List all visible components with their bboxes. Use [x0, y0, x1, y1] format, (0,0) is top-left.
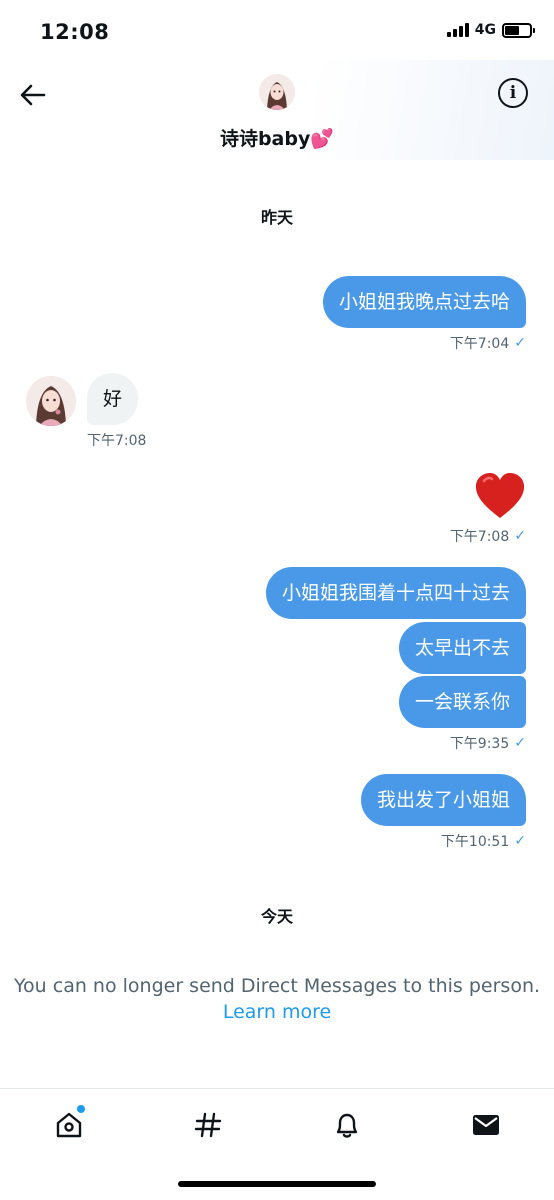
day-separator-yesterday: 昨天: [260, 208, 293, 227]
avatar-illustration: [26, 376, 76, 426]
message-meta: 下午7:04 ✓: [450, 333, 526, 353]
outgoing-message-bubble[interactable]: 小姐姐我围着十点四十过去: [265, 567, 526, 619]
outgoing-message-bubble[interactable]: 一会联系你: [398, 676, 526, 728]
dm-restricted-notice: You can no longer send Direct Messages t…: [13, 975, 541, 997]
message-meta: 下午9:35 ✓: [450, 733, 526, 753]
envelope-icon: [473, 1115, 499, 1135]
status-time: 12:08: [40, 20, 110, 44]
learn-more-link[interactable]: Learn more: [0, 1001, 554, 1023]
sender-avatar[interactable]: [26, 376, 76, 426]
incoming-message-bubble[interactable]: 好: [87, 373, 139, 425]
outgoing-message-bubble[interactable]: 我出发了小姐姐: [360, 774, 526, 826]
conversation-info-icon[interactable]: i: [498, 78, 528, 108]
network-type: 4G: [474, 22, 496, 38]
notification-dot: [77, 1105, 85, 1113]
avatar-illustration: [259, 74, 295, 110]
hashtag-icon: [194, 1112, 222, 1138]
back-arrow-icon: [20, 84, 46, 106]
battery-icon: [502, 22, 535, 38]
read-check-icon: ✓: [514, 833, 526, 849]
conversation-header: 诗诗baby💕 i: [0, 60, 554, 160]
tab-home[interactable]: [49, 1105, 89, 1145]
message-timestamp: 下午7:08: [87, 433, 147, 449]
day-separator-today: 今天: [260, 907, 293, 926]
outgoing-message-bubble[interactable]: 小姐姐我晚点过去哈: [322, 276, 526, 328]
tab-explore[interactable]: [188, 1105, 228, 1145]
read-check-icon: ✓: [514, 735, 526, 751]
bell-icon: [336, 1113, 358, 1138]
back-button[interactable]: [16, 78, 50, 112]
cellular-signal-icon: [446, 23, 469, 37]
status-indicators: 4G: [446, 22, 535, 38]
outgoing-message-bubble[interactable]: 太早出不去: [398, 622, 526, 674]
read-check-icon: ✓: [514, 528, 526, 544]
home-icon: [56, 1112, 82, 1138]
message-timestamp: 下午7:04: [449, 336, 510, 352]
tab-notifications[interactable]: [327, 1105, 367, 1145]
contact-avatar[interactable]: [259, 74, 295, 110]
red-heart-emoji[interactable]: [474, 472, 526, 520]
home-indicator[interactable]: [178, 1181, 376, 1187]
message-meta: 下午7:08 ✓: [450, 526, 526, 546]
read-check-icon: ✓: [514, 335, 526, 351]
message-meta: 下午7:08: [87, 430, 146, 450]
message-timestamp: 下午9:35: [449, 736, 510, 752]
tab-messages[interactable]: [466, 1105, 506, 1145]
message-timestamp: 下午7:08: [449, 529, 510, 545]
status-bar: 12:08 4G: [0, 0, 554, 64]
message-meta: 下午10:51 ✓: [441, 831, 526, 851]
contact-name[interactable]: 诗诗baby💕: [0, 124, 554, 151]
message-timestamp: 下午10:51: [440, 834, 510, 850]
